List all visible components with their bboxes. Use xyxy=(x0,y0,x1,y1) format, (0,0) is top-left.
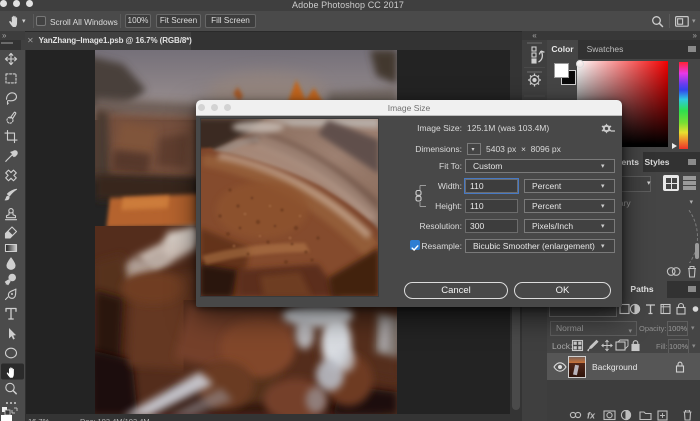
svg-text:fx: fx xyxy=(587,411,596,421)
